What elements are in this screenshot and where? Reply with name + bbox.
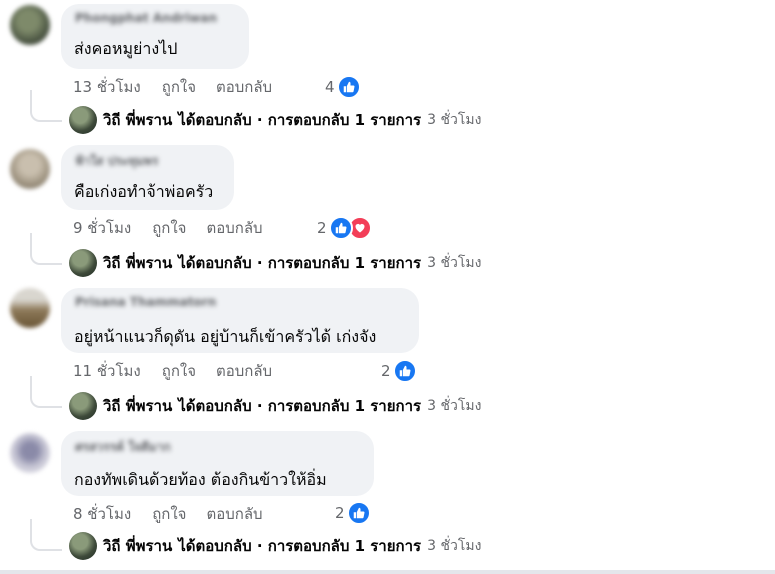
comment-bubble: ฟ้าใส ประทุมพร คือเก่งอทำจ้าพ่อครัว — [61, 145, 234, 210]
bottom-divider — [0, 570, 775, 574]
reaction-count: 2 — [335, 504, 345, 522]
reaction-summary[interactable]: 2 — [317, 216, 372, 240]
reply-button[interactable]: ตอบกลับ — [206, 502, 262, 526]
reply-author-name[interactable]: วิถี พี่พราน — [103, 534, 172, 558]
reply-button[interactable]: ตอบกลับ — [216, 359, 272, 383]
comment-text: คือเก่งอทำจ้าพ่อครัว — [74, 182, 214, 201]
like-button[interactable]: ถูกใจ — [152, 216, 186, 240]
comment-author[interactable]: ฟ้าใส ประทุมพร — [75, 152, 158, 171]
reaction-count: 2 — [381, 362, 391, 380]
reply-author-name[interactable]: วิถี พี่พราน — [103, 108, 172, 132]
reply-time: 3 ชั่วโมง — [427, 255, 482, 271]
reply-author-name[interactable]: วิถี พี่พราน — [103, 394, 172, 418]
reply-time: 3 ชั่วโมง — [427, 538, 482, 554]
comment-author[interactable]: ศรสวรรค์ ใจดีมาก — [75, 438, 171, 457]
reply-author-name[interactable]: วิถี พี่พราน — [103, 251, 172, 275]
reaction-count: 2 — [317, 219, 327, 237]
reply-button[interactable]: ตอบกลับ — [216, 75, 272, 99]
reply-summary[interactable]: วิถี พี่พราน ได้ตอบกลับ · การตอบกลับ 1 ร… — [69, 105, 481, 135]
reply-action-text[interactable]: ได้ตอบกลับ · การตอบกลับ 1 รายการ — [178, 108, 421, 132]
comment-actions: 11 ชั่วโมง ถูกใจ ตอบกลับ — [73, 359, 272, 383]
comment-time[interactable]: 8 ชั่วโมง — [73, 502, 131, 526]
reply-summary[interactable]: วิถี พี่พราน ได้ตอบกลับ · การตอบกลับ 1 ร… — [69, 391, 481, 421]
comment-author[interactable]: Phongphat Andriwan — [75, 11, 217, 25]
thread-line — [30, 233, 62, 265]
comment-bubble: Prisana Thammatorn อยู่หน้าแนวก็ดุดัน อย… — [61, 288, 419, 353]
reply-summary[interactable]: วิถี พี่พราน ได้ตอบกลับ · การตอบกลับ 1 ร… — [69, 248, 481, 278]
reaction-summary[interactable]: 2 — [335, 501, 371, 525]
like-button[interactable]: ถูกใจ — [152, 502, 186, 526]
reply-time: 3 ชั่วโมง — [427, 398, 482, 414]
reply-author-avatar[interactable] — [69, 392, 97, 420]
reaction-summary[interactable]: 2 — [381, 359, 417, 383]
comment-time[interactable]: 13 ชั่วโมง — [73, 75, 141, 99]
comment-bubble: Phongphat Andriwan ส่งคอหมูย่างไป — [61, 4, 249, 69]
avatar[interactable] — [10, 149, 50, 189]
comment-time[interactable]: 9 ชั่วโมง — [73, 216, 131, 240]
avatar[interactable] — [10, 433, 50, 473]
like-reaction-icon — [392, 359, 417, 383]
reply-button[interactable]: ตอบกลับ — [206, 216, 262, 240]
reply-action-text[interactable]: ได้ตอบกลับ · การตอบกลับ 1 รายการ — [178, 251, 421, 275]
reply-author-avatar[interactable] — [69, 532, 97, 560]
reply-time: 3 ชั่วโมง — [427, 112, 482, 128]
like-reaction-icon — [328, 216, 353, 240]
comment-bubble: ศรสวรรค์ ใจดีมาก กองทัพเดินด้วยท้อง ต้อง… — [61, 431, 374, 496]
comment: Prisana Thammatorn อยู่หน้าแนวก็ดุดัน อย… — [0, 286, 775, 429]
like-button[interactable]: ถูกใจ — [162, 75, 196, 99]
reply-author-avatar[interactable] — [69, 249, 97, 277]
like-reaction-icon — [336, 75, 361, 99]
comment-actions: 9 ชั่วโมง ถูกใจ ตอบกลับ — [73, 216, 263, 240]
reply-summary[interactable]: วิถี พี่พราน ได้ตอบกลับ · การตอบกลับ 1 ร… — [69, 531, 481, 561]
comment: Phongphat Andriwan ส่งคอหมูย่างไป 13 ชั่… — [0, 0, 775, 143]
reaction-summary[interactable]: 4 — [325, 75, 361, 99]
comment: ฟ้าใส ประทุมพร คือเก่งอทำจ้าพ่อครัว 9 ชั… — [0, 143, 775, 286]
comment-text: ส่งคอหมูย่างไป — [74, 39, 178, 58]
reply-author-avatar[interactable] — [69, 106, 97, 134]
thread-line — [30, 376, 62, 408]
reaction-count: 4 — [325, 78, 335, 96]
reply-action-text[interactable]: ได้ตอบกลับ · การตอบกลับ 1 รายการ — [178, 394, 421, 418]
thread-line — [30, 90, 62, 122]
like-button[interactable]: ถูกใจ — [162, 359, 196, 383]
comment-actions: 13 ชั่วโมง ถูกใจ ตอบกลับ — [73, 75, 272, 99]
avatar[interactable] — [10, 288, 50, 328]
comment-actions: 8 ชั่วโมง ถูกใจ ตอบกลับ — [73, 502, 263, 526]
comment-text: กองทัพเดินด้วยท้อง ต้องกินข้าวให้อิ่ม — [74, 470, 327, 489]
thread-line — [30, 519, 62, 551]
comment-author[interactable]: Prisana Thammatorn — [75, 295, 216, 309]
comment-time[interactable]: 11 ชั่วโมง — [73, 359, 141, 383]
like-reaction-icon — [346, 501, 371, 525]
avatar[interactable] — [10, 5, 50, 45]
reply-action-text[interactable]: ได้ตอบกลับ · การตอบกลับ 1 รายการ — [178, 534, 421, 558]
comment-text: อยู่หน้าแนวก็ดุดัน อยู่บ้านก็เข้าครัวได้… — [74, 327, 377, 346]
comment: ศรสวรรค์ ใจดีมาก กองทัพเดินด้วยท้อง ต้อง… — [0, 429, 775, 572]
